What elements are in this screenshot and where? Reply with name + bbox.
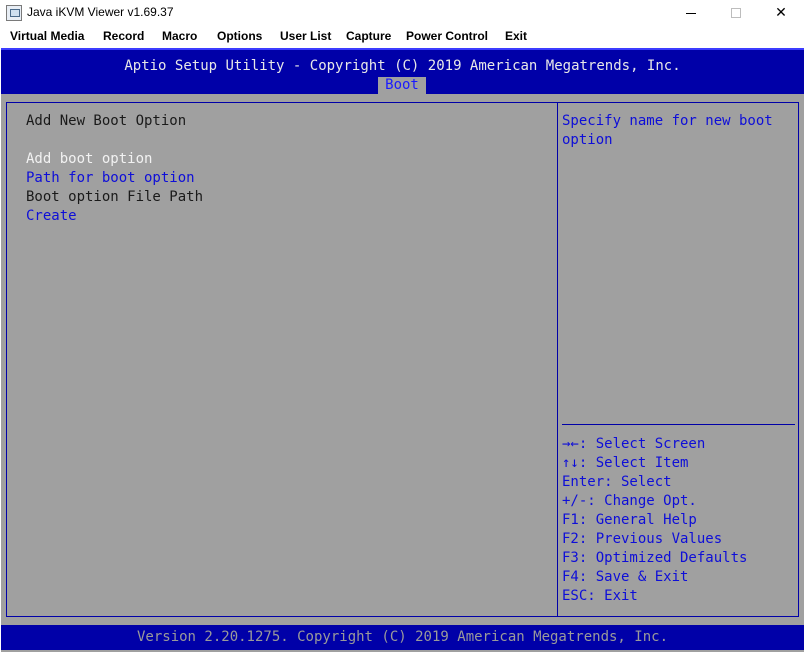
key-hint-select-screen: →←: Select Screen bbox=[562, 436, 706, 452]
key-hint-esc: ESC: Exit bbox=[562, 588, 638, 604]
menu-user-list[interactable]: User List bbox=[280, 29, 331, 43]
help-text-line-1: Specify name for new boot bbox=[562, 113, 773, 129]
key-hint-enter: Enter: Select bbox=[562, 474, 672, 490]
key-hint-f3: F3: Optimized Defaults bbox=[562, 550, 748, 566]
menubar: Virtual Media Record Macro Options User … bbox=[0, 26, 805, 48]
bios-footer-bar: Version 2.20.1275. Copyright (C) 2019 Am… bbox=[1, 625, 804, 650]
close-icon: ✕ bbox=[775, 5, 787, 21]
boot-option-file-path-item: Boot option File Path bbox=[26, 189, 204, 205]
menu-options[interactable]: Options bbox=[217, 29, 262, 43]
key-hint-select-item: ↑↓: Select Item bbox=[562, 455, 689, 471]
bios-header-bar: Aptio Setup Utility - Copyright (C) 2019… bbox=[1, 48, 804, 94]
key-hint-f2: F2: Previous Values bbox=[562, 531, 723, 547]
minimize-icon bbox=[686, 12, 696, 14]
menu-virtual-media[interactable]: Virtual Media bbox=[10, 29, 84, 43]
section-title: Add New Boot Option bbox=[26, 113, 187, 129]
key-hint-change-opt: +/-: Change Opt. bbox=[562, 493, 697, 509]
create-item[interactable]: Create bbox=[26, 207, 77, 226]
window-titlebar: Java iKVM Viewer v1.69.37 ✕ bbox=[0, 0, 805, 26]
maximize-icon bbox=[731, 8, 741, 18]
help-text-line-2: option bbox=[562, 132, 613, 148]
menu-record[interactable]: Record bbox=[103, 29, 144, 43]
bios-version-text: Version 2.20.1275. Copyright (C) 2019 Am… bbox=[136, 629, 668, 645]
window-title: Java iKVM Viewer v1.69.37 bbox=[27, 5, 174, 19]
menu-exit[interactable]: Exit bbox=[505, 29, 527, 43]
bios-header-title: Aptio Setup Utility - Copyright (C) 2019… bbox=[124, 58, 681, 74]
menu-macro[interactable]: Macro bbox=[162, 29, 197, 43]
kvm-screen[interactable]: Aptio Setup Utility - Copyright (C) 2019… bbox=[1, 48, 804, 652]
close-button[interactable]: ✕ bbox=[758, 0, 804, 26]
java-app-icon bbox=[6, 5, 22, 21]
tab-boot[interactable]: Boot bbox=[378, 77, 426, 94]
menu-capture[interactable]: Capture bbox=[346, 29, 391, 43]
menu-power-control[interactable]: Power Control bbox=[406, 29, 488, 43]
maximize-button[interactable] bbox=[713, 0, 759, 26]
add-boot-option-item[interactable]: Add boot option bbox=[26, 150, 152, 169]
path-for-boot-option-item[interactable]: Path for boot option bbox=[26, 169, 195, 188]
key-hint-f4: F4: Save & Exit bbox=[562, 569, 689, 585]
minimize-button[interactable] bbox=[668, 0, 714, 26]
key-hint-f1: F1: General Help bbox=[562, 512, 697, 528]
help-divider bbox=[562, 424, 795, 425]
